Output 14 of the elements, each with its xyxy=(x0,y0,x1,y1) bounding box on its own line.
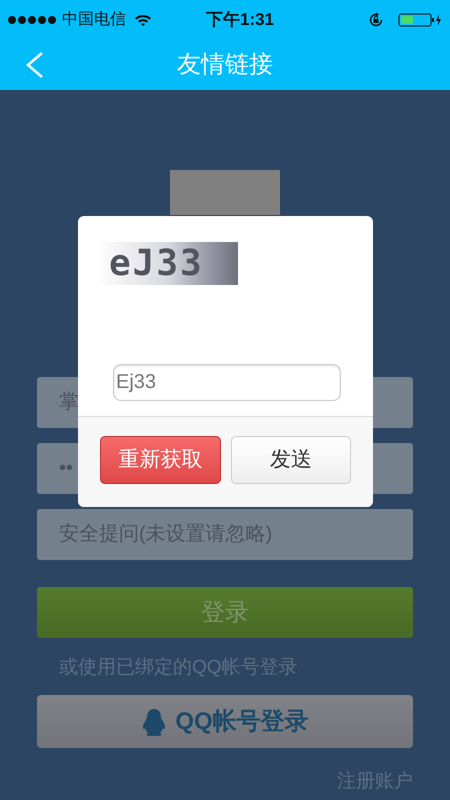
back-button[interactable] xyxy=(24,52,44,78)
battery-icon xyxy=(398,12,442,28)
refresh-button[interactable]: 重新获取 xyxy=(100,436,220,484)
page-title: 友情链接 xyxy=(177,50,273,80)
rotation-lock-icon xyxy=(368,12,384,28)
send-button[interactable]: 发送 xyxy=(230,436,351,484)
status-time: 下午1:31 xyxy=(206,9,274,32)
wifi-icon xyxy=(134,13,152,27)
qq-login-button[interactable]: QQ帐号登录 xyxy=(37,695,413,748)
login-button[interactable]: 登录 xyxy=(37,587,413,638)
penguin-icon xyxy=(141,708,168,736)
signal-icon xyxy=(8,16,56,24)
captcha-input[interactable]: Ej33 xyxy=(113,364,341,401)
carrier-name: 中国电信 xyxy=(62,10,126,30)
